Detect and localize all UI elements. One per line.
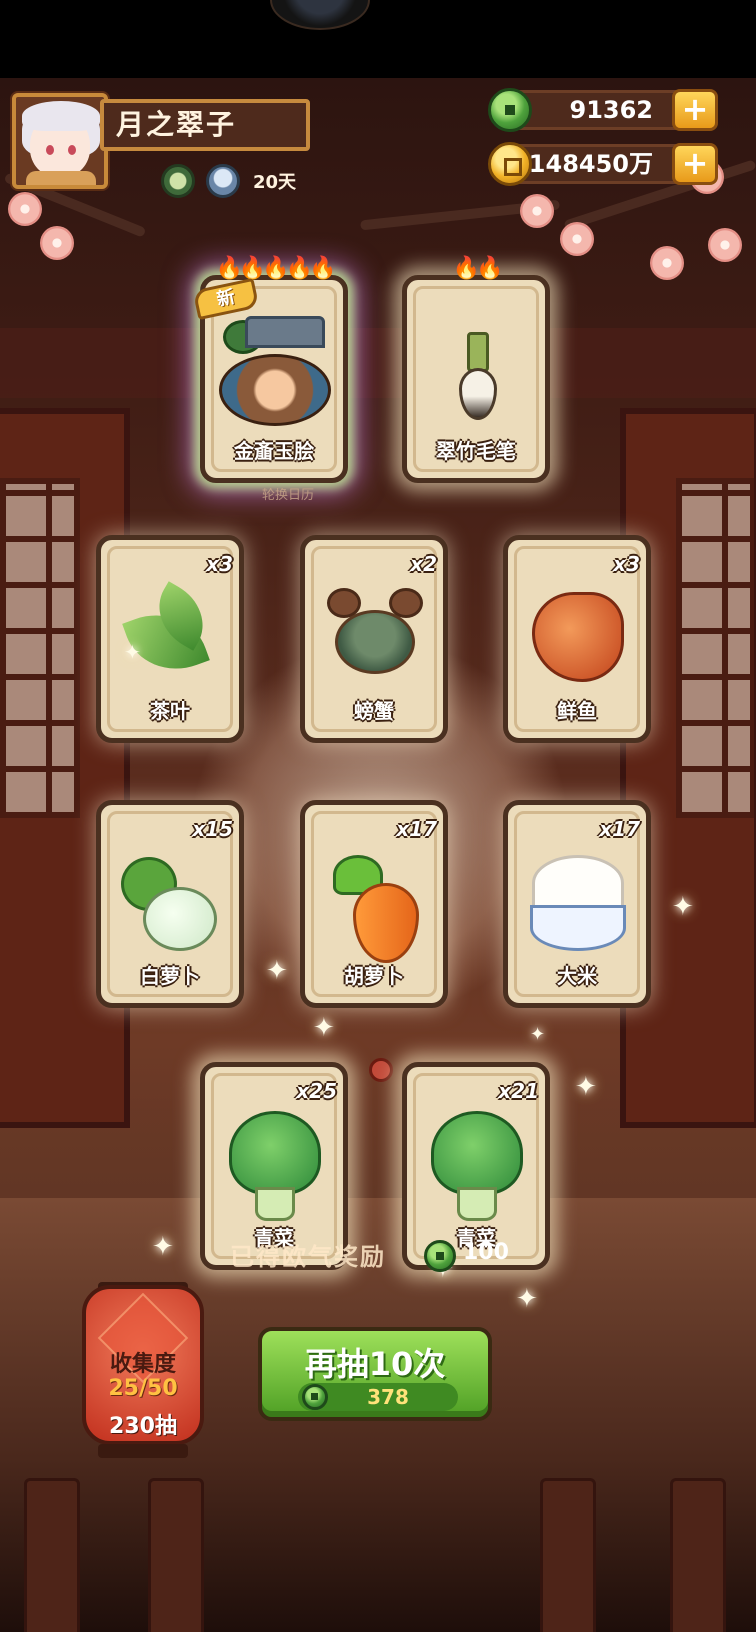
collection-title: 收集度 bbox=[109, 1352, 176, 1377]
collection-progress: 25/50 bbox=[108, 1376, 178, 1401]
card-label: 大米 bbox=[557, 964, 597, 988]
blossom-flower bbox=[8, 192, 42, 226]
card-label: 螃蟹 bbox=[354, 699, 394, 723]
card-tea-leaf[interactable]: x3 茶叶 bbox=[96, 535, 244, 743]
brush-tip-icon bbox=[459, 368, 497, 420]
rotate-calendar-label: 轮换日历 bbox=[261, 488, 314, 503]
card-featured-brush[interactable]: 🔥🔥 翠竹毛笔 bbox=[402, 256, 550, 483]
sparkle-icon: ✦ bbox=[516, 1284, 538, 1314]
blossom-flower bbox=[650, 246, 684, 280]
roof-icon bbox=[245, 316, 325, 348]
railing-post bbox=[540, 1478, 596, 1632]
blossom-flower bbox=[560, 222, 594, 256]
flame-icon: 🔥🔥🔥🔥🔥 bbox=[215, 256, 337, 281]
add-jade-button[interactable]: + bbox=[672, 89, 718, 131]
railing-post bbox=[148, 1478, 204, 1632]
jade-coin-icon bbox=[424, 1240, 456, 1272]
banquet-dish-icon bbox=[219, 354, 331, 426]
reward-amount: 100 bbox=[463, 1240, 509, 1265]
railing-post bbox=[670, 1478, 726, 1632]
player-avatar[interactable] bbox=[12, 93, 108, 189]
card-count: x17 bbox=[599, 817, 640, 841]
draw-again-button[interactable]: 再抽10次 378 bbox=[258, 1327, 492, 1421]
sparkle-icon: ✦ bbox=[313, 1013, 335, 1043]
card-label: 胡萝卜 bbox=[344, 964, 404, 988]
sparkle-icon: ✦ bbox=[672, 892, 694, 922]
fish-icon bbox=[532, 592, 624, 682]
card-label: 茶叶 bbox=[150, 699, 190, 723]
bowl-badge-icon[interactable] bbox=[206, 164, 240, 198]
sparkle-icon: ✦ bbox=[124, 640, 141, 664]
card-label: 金齑玉脍 bbox=[234, 439, 314, 463]
left-window-lattice bbox=[0, 478, 80, 818]
greens-icon bbox=[229, 1111, 321, 1195]
card-carrot[interactable]: x17 胡萝卜 bbox=[300, 800, 448, 1008]
player-name: 月之翠子 bbox=[100, 99, 310, 151]
new-badge: 新 bbox=[192, 277, 260, 321]
flame-icon: 🔥🔥 bbox=[452, 256, 504, 281]
sparkle-icon: ✦ bbox=[152, 1232, 174, 1262]
card-fish[interactable]: x3 鲜鱼 bbox=[503, 535, 651, 743]
right-window-lattice bbox=[676, 478, 756, 818]
brush-icon bbox=[467, 332, 489, 372]
card-label: 翠竹毛笔 bbox=[436, 439, 516, 463]
blossom-flower bbox=[520, 194, 554, 228]
card-count: x3 bbox=[613, 552, 640, 576]
carrot-icon bbox=[353, 883, 419, 963]
draw-cost: 378 bbox=[367, 1385, 409, 1409]
status-area bbox=[0, 0, 756, 78]
days-counter: 20天 bbox=[253, 172, 297, 193]
chef-badge-icon[interactable] bbox=[161, 164, 195, 198]
sparkle-icon: ✦ bbox=[530, 1024, 546, 1045]
card-label: 鲜鱼 bbox=[557, 699, 597, 723]
gold-coin-icon bbox=[488, 142, 532, 186]
blossom-flower bbox=[708, 228, 742, 262]
card-count: x21 bbox=[498, 1079, 539, 1103]
card-count: x25 bbox=[296, 1079, 337, 1103]
jade-coin-icon bbox=[488, 88, 532, 132]
card-rice[interactable]: x17 大米 bbox=[503, 800, 651, 1008]
draw-again-label: 再抽10次 bbox=[304, 1345, 446, 1383]
bowl-icon bbox=[530, 905, 626, 951]
gold-amount: 148450万 bbox=[528, 150, 653, 178]
card-featured-dish[interactable]: 🔥🔥🔥🔥🔥 新 金齑玉脍 bbox=[192, 256, 348, 483]
card-count: x15 bbox=[192, 817, 233, 841]
card-white-radish[interactable]: x15 白萝卜 bbox=[96, 800, 244, 1008]
blossom-flower bbox=[40, 226, 74, 260]
jade-amount: 91362 bbox=[569, 96, 654, 124]
sparkle-icon: ✦ bbox=[575, 1072, 597, 1102]
sparkle-icon: ✦ bbox=[266, 956, 288, 986]
card-greens-2[interactable]: x21 青菜 bbox=[402, 1062, 550, 1270]
card-label: 白萝卜 bbox=[140, 964, 200, 988]
crab-icon bbox=[335, 610, 415, 674]
card-crab[interactable]: x2 螃蟹 bbox=[300, 535, 448, 743]
card-count: x2 bbox=[410, 552, 437, 576]
table-knob bbox=[369, 1058, 393, 1082]
collection-draw-count: 230抽 bbox=[109, 1414, 177, 1439]
jade-coin-icon bbox=[302, 1384, 328, 1410]
top-mascot-peek bbox=[270, 0, 370, 30]
reward-label: 已得欧气奖励 bbox=[230, 1243, 386, 1271]
add-gold-button[interactable]: + bbox=[672, 143, 718, 185]
white-radish-icon bbox=[143, 887, 217, 951]
railing-post bbox=[24, 1478, 80, 1632]
greens-icon bbox=[431, 1111, 523, 1195]
rice-icon bbox=[532, 855, 624, 911]
card-count: x17 bbox=[396, 817, 437, 841]
card-count: x3 bbox=[206, 552, 233, 576]
